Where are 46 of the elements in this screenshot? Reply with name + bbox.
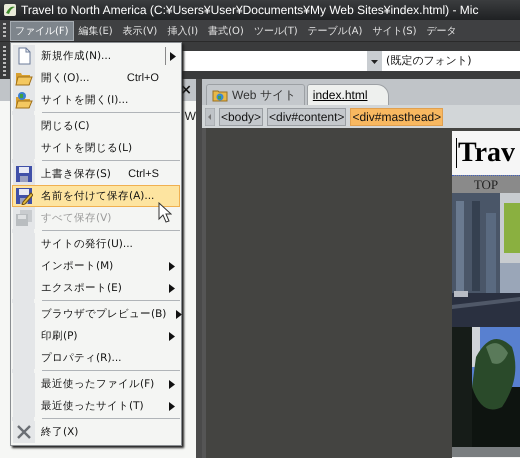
menu-item[interactable]: 書式(O) (203, 20, 249, 40)
document-tab[interactable]: index.html (306, 84, 388, 105)
menu-item[interactable]: エクスポート(E) (12, 277, 180, 299)
floppy-pencil-icon (15, 187, 33, 205)
menu-item[interactable]: 新規作成(N)... (12, 45, 180, 67)
menu-item[interactable]: 挿入(I) (162, 20, 204, 40)
scroll-left-icon[interactable] (205, 108, 215, 126)
menu-item[interactable]: サイトを開く(I)... (12, 89, 180, 111)
font-field[interactable]: (既定のフォント) (382, 50, 520, 70)
page-heading: Trav (458, 137, 516, 169)
tag-crumb[interactable]: <div#masthead> (350, 108, 444, 126)
menu-item[interactable]: テーブル(A) (302, 20, 368, 40)
menu-item[interactable]: 名前を付けて保存(A)... (12, 185, 180, 207)
menu-item[interactable]: 最近使ったファイル(F) (12, 373, 180, 395)
tag-crumb[interactable]: <body> (219, 108, 264, 126)
menu-item[interactable]: 印刷(P) (12, 325, 180, 347)
tag-crumb[interactable]: <div#content> (267, 108, 346, 126)
menu-item[interactable]: サイトの発行(U)... (12, 233, 180, 255)
menu-item[interactable]: 表示(V) (118, 20, 162, 40)
toolbar-grip[interactable] (3, 46, 6, 76)
app-icon (3, 3, 17, 17)
folder-globe-icon (15, 91, 33, 109)
menu-item[interactable]: インポート(M) (12, 255, 180, 277)
menu-item[interactable]: 終了(X) (12, 421, 180, 443)
menu-item[interactable]: 最近使ったサイト(T) (12, 395, 180, 417)
menu-item[interactable]: 閉じる(C) (12, 115, 180, 137)
nav-link[interactable]: TOP (474, 176, 498, 192)
menu-item[interactable]: サイトを閉じる(L) (12, 137, 180, 159)
window-title: Travel to North America (C:¥Users¥User¥Documents¥My Web Sites¥index.html) - Mic (21, 3, 478, 17)
panel-text: W (184, 109, 196, 125)
floppy-disks-icon (15, 209, 33, 227)
toolbar-grip[interactable] (3, 22, 6, 38)
menu-item[interactable]: ファイル(F) (10, 20, 74, 40)
text-cursor (456, 138, 457, 168)
mouse-pointer-icon (158, 202, 172, 224)
menu-item[interactable]: 編集(E) (74, 20, 118, 40)
menu-item[interactable]: ブラウザでプレビュー(B) (12, 303, 180, 325)
menu-item[interactable]: サイト(S) (367, 20, 422, 40)
menu-item[interactable]: 上書き保存(S) Ctrl+S (12, 163, 180, 185)
menu-item[interactable]: データ (422, 20, 462, 40)
document-tab[interactable]: Web サイト (206, 84, 305, 105)
menu-item[interactable]: 開く(O)... Ctrl+O (12, 67, 180, 89)
menu-item[interactable]: ツール(T) (248, 20, 303, 40)
close-icon (15, 423, 33, 441)
menu-item[interactable]: プロパティ(R)... (12, 347, 180, 369)
folder-globe-icon (212, 88, 228, 102)
